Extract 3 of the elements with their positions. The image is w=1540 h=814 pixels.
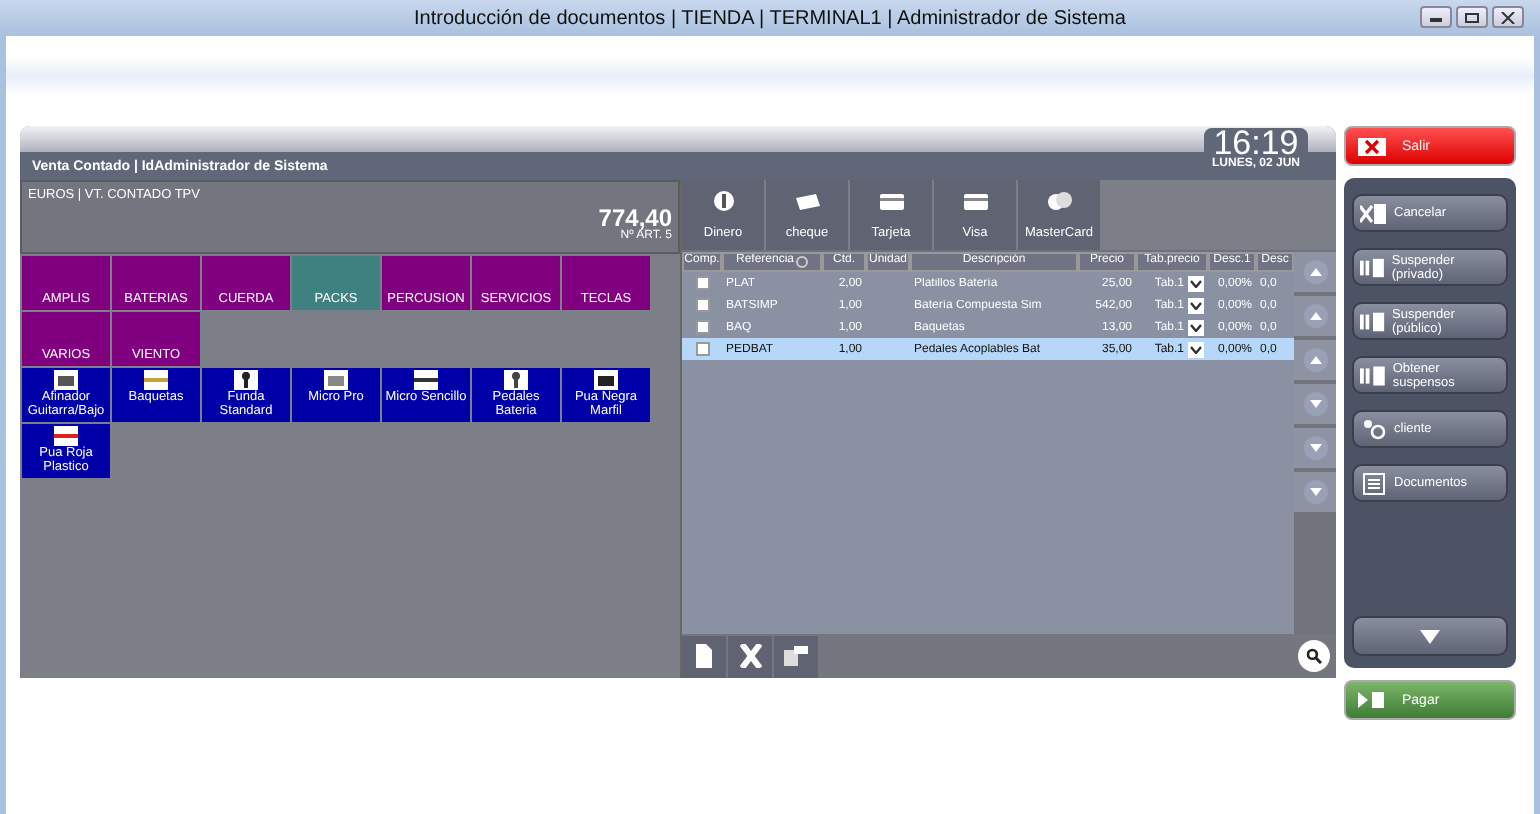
total-amount: 774,40 <box>598 204 672 232</box>
window-title: Introducción de documentos | TIENDA | TERMINAL1 | Administrador de Sistema <box>414 7 1126 29</box>
clock-time: 16:19 <box>1213 130 1299 158</box>
